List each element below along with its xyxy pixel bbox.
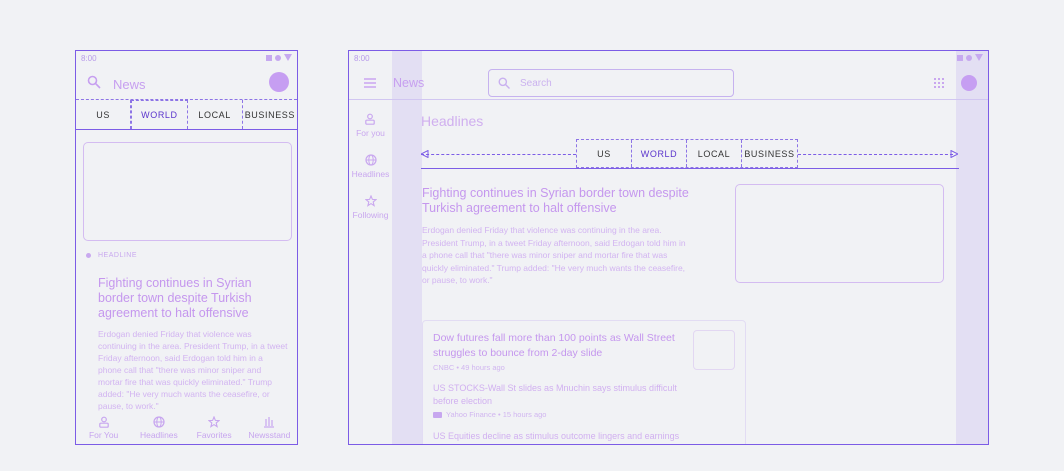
menu-icon[interactable]	[364, 78, 376, 88]
tab-world[interactable]: WORLD	[131, 100, 188, 129]
tab-world[interactable]: WORLD	[632, 140, 687, 167]
status-time: 8:00	[354, 54, 370, 63]
globe-icon	[153, 416, 165, 428]
search-icon[interactable]	[87, 75, 101, 89]
avatar[interactable]	[269, 72, 289, 92]
tab-us[interactable]: US	[577, 140, 632, 167]
tab-bar: US WORLD LOCAL BUSINESS	[76, 99, 297, 130]
navigation-rail: For you Headlines Following	[349, 113, 392, 236]
nav-label: Newsstand	[248, 430, 291, 440]
card-meta: CNBC • 49 hours ago	[433, 363, 505, 372]
search-field[interactable]: Search	[488, 69, 734, 97]
video-icon	[433, 411, 442, 418]
signal-icon	[957, 54, 963, 61]
section-title: Headlines	[421, 113, 484, 129]
nav-favorites[interactable]: Favorites	[187, 416, 241, 444]
bullet-icon	[86, 253, 91, 258]
nav-label: For You	[88, 430, 119, 440]
wifi-icon	[966, 54, 972, 61]
story-body: Erdogan denied Friday that violence was …	[98, 329, 288, 411]
margin-guide-right	[956, 51, 988, 444]
card-thumbnail	[693, 330, 735, 370]
tab-local[interactable]: LOCAL	[687, 140, 742, 167]
nav-label: Favorites	[196, 430, 232, 440]
nav-headlines[interactable]: Headlines	[351, 154, 390, 179]
arrow-right-icon	[950, 150, 958, 158]
tab-span-guide-right	[798, 154, 953, 155]
tab-group: US WORLD LOCAL BUSINESS	[576, 139, 798, 168]
star-icon	[208, 416, 221, 428]
app-title: News	[393, 76, 425, 90]
signal-icon	[266, 54, 272, 61]
nav-label: Headlines	[351, 169, 390, 179]
avatar[interactable]	[961, 75, 977, 91]
nav-newsstand[interactable]: Newsstand	[242, 416, 296, 444]
nav-label: Headlines	[139, 430, 178, 440]
tab-business[interactable]: BUSINESS	[243, 100, 297, 129]
nav-label: For you	[356, 128, 385, 138]
star-icon	[364, 195, 377, 207]
story-image[interactable]	[83, 142, 292, 241]
story-title[interactable]: Fighting continues in Syrian border town…	[422, 186, 692, 216]
search-placeholder: Search	[520, 78, 552, 89]
section-label: HEADLINE	[86, 252, 137, 259]
status-bar: 8:00	[81, 54, 292, 66]
status-time: 8:00	[81, 54, 97, 63]
tab-local[interactable]: LOCAL	[188, 100, 243, 129]
search-icon	[498, 77, 510, 89]
newsstand-icon	[264, 417, 275, 428]
globe-icon	[364, 154, 377, 166]
phone-frame: 8:00 News US WORLD LOCAL BUSINESS HEADLI…	[75, 50, 298, 445]
bottom-nav: For You Headlines Favorites Newsstand	[76, 416, 297, 444]
story-body: Erdogan denied Friday that violence was …	[422, 225, 686, 285]
arrow-left-icon	[421, 150, 429, 158]
card-related-1-meta: Yahoo Finance • 15 hours ago	[433, 410, 546, 419]
app-bar: News	[76, 71, 297, 97]
tab-us[interactable]: US	[76, 100, 132, 129]
app-title: News	[113, 77, 146, 92]
tab-span-guide-left	[421, 154, 576, 155]
status-icons	[957, 54, 983, 61]
wifi-icon	[275, 54, 281, 61]
nav-headlines[interactable]: Headlines	[132, 416, 186, 444]
battery-icon	[284, 54, 292, 61]
person-icon	[98, 416, 109, 428]
card-meta-text: CNBC • 49 hours ago	[433, 363, 505, 372]
tablet-frame: 8:00 News Search For you Headlines Follo…	[348, 50, 989, 445]
person-icon	[365, 113, 376, 125]
tab-bar: US WORLD LOCAL BUSINESS	[421, 137, 959, 169]
status-icons	[266, 54, 292, 61]
nav-label: Following	[352, 210, 389, 220]
story-title[interactable]: Fighting continues in Syrian border town…	[98, 276, 268, 321]
card-related-1-meta-text: Yahoo Finance • 15 hours ago	[446, 410, 547, 419]
app-bar-divider	[349, 99, 988, 100]
story-card[interactable]: Dow futures fall more than 100 points as…	[422, 320, 746, 444]
apps-grid-icon[interactable]	[934, 78, 944, 88]
nav-for-you[interactable]: For you	[356, 113, 385, 138]
nav-for-you[interactable]: For You	[77, 416, 131, 444]
card-related-1[interactable]: US STOCKS-Wall St slides as Mnuchin says…	[433, 382, 683, 408]
card-related-2[interactable]: US Equities decline as stimulus outcome …	[433, 430, 683, 443]
margin-guide-left	[392, 51, 422, 444]
nav-following[interactable]: Following	[352, 195, 389, 220]
tab-business[interactable]: BUSINESS	[742, 140, 797, 167]
battery-icon	[975, 54, 983, 61]
story-image[interactable]	[735, 184, 944, 283]
section-label-text: HEADLINE	[98, 252, 138, 259]
card-title[interactable]: Dow futures fall more than 100 points as…	[433, 331, 678, 361]
status-bar: 8:00	[354, 54, 983, 66]
